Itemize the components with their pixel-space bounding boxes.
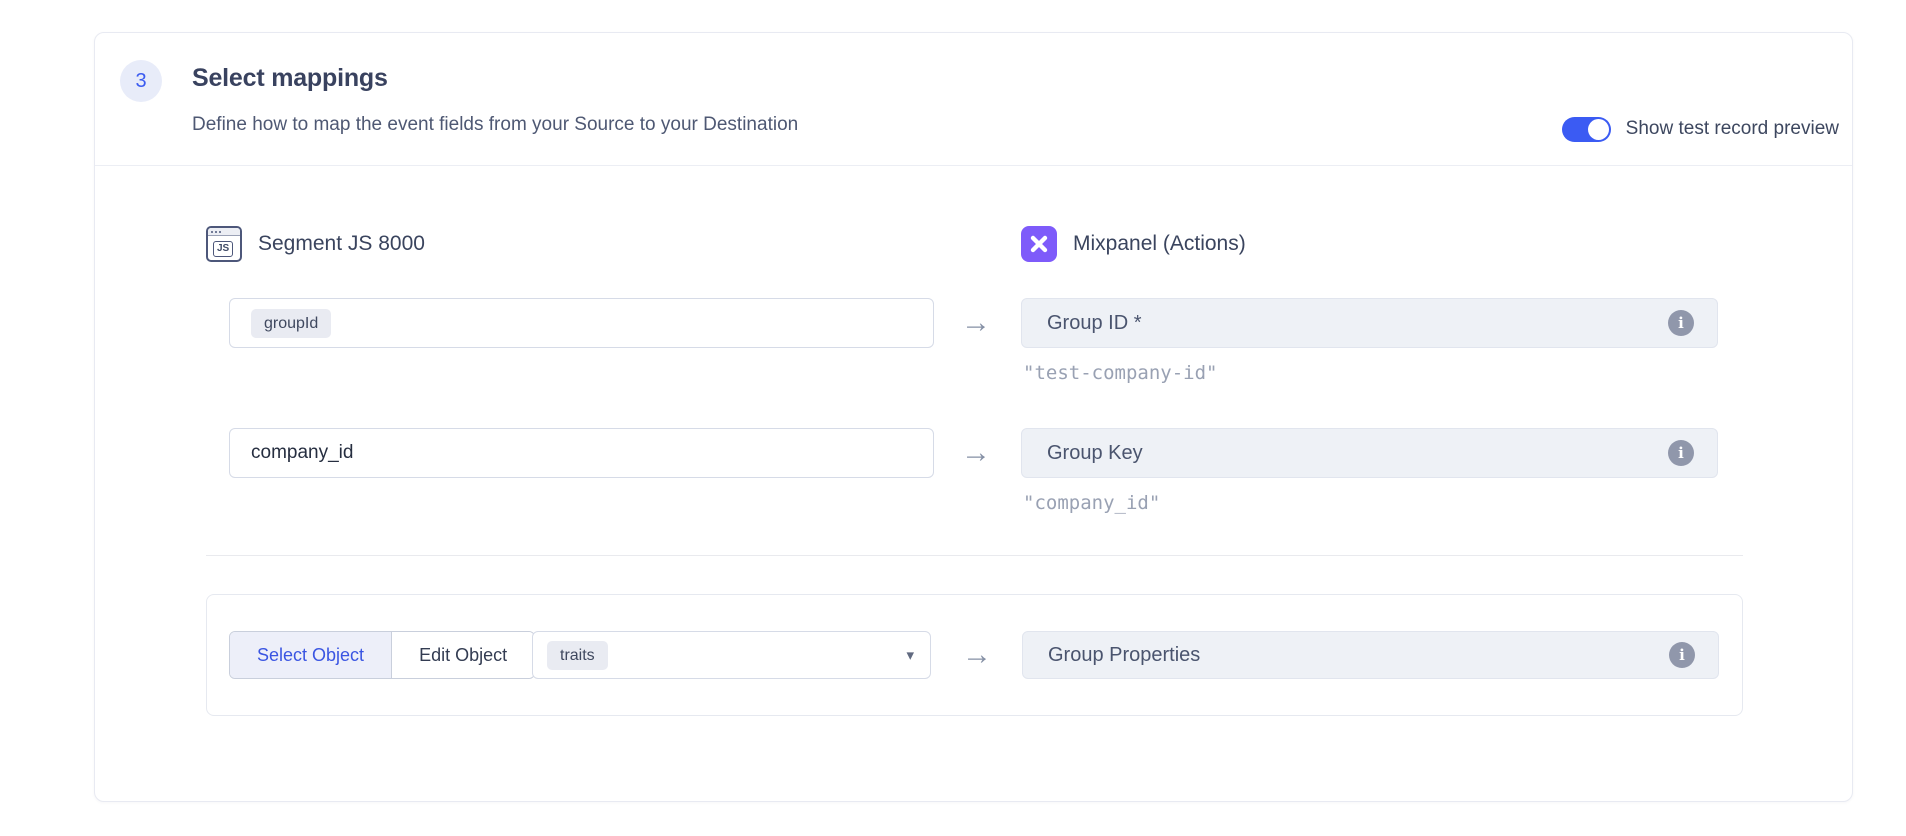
destination-field-label: Group Properties <box>1048 644 1200 667</box>
destination-field[interactable]: Group ID * i <box>1021 298 1718 348</box>
test-preview-value: "test-company-id" <box>1023 362 1217 384</box>
object-source-dropdown[interactable]: traits ▾ <box>532 631 931 679</box>
object-source-chip: traits <box>547 641 608 670</box>
javascript-source-icon: JS <box>206 226 242 262</box>
test-preview-value: "company_id" <box>1023 492 1160 514</box>
section-title: Select mappings <box>192 64 388 93</box>
info-icon[interactable]: i <box>1669 642 1695 668</box>
destination-column-header: Mixpanel (Actions) <box>1021 226 1246 262</box>
source-column-header: JS Segment JS 8000 <box>206 226 425 262</box>
info-icon[interactable]: i <box>1668 310 1694 336</box>
source-field-text: company_id <box>251 442 353 464</box>
page: 3 Select mappings Define how to map the … <box>0 0 1906 836</box>
arrow-right-icon: → <box>953 298 999 348</box>
test-record-preview-toggle[interactable] <box>1562 117 1611 142</box>
arrow-right-icon: → <box>953 428 999 478</box>
object-mapping-box: Select Object Edit Object traits ▾ → Gro… <box>206 594 1743 716</box>
source-name: Segment JS 8000 <box>258 232 425 256</box>
section-divider <box>206 555 1743 556</box>
toggle-row: Show test record preview <box>1562 116 1839 142</box>
source-field-input[interactable]: groupId <box>229 298 934 348</box>
caret-down-icon: ▾ <box>906 646 914 664</box>
destination-field-label: Group ID * <box>1047 312 1141 335</box>
section-subtitle: Define how to map the event fields from … <box>192 114 798 136</box>
source-field-input[interactable]: company_id <box>229 428 934 478</box>
step-number-badge: 3 <box>120 60 162 102</box>
destination-field-label: Group Key <box>1047 442 1143 465</box>
arrow-right-icon: → <box>954 631 1000 679</box>
card-header: 3 Select mappings Define how to map the … <box>95 33 1852 166</box>
select-mappings-card: 3 Select mappings Define how to map the … <box>94 32 1853 802</box>
destination-field[interactable]: Group Properties i <box>1022 631 1719 679</box>
toggle-knob <box>1588 119 1609 140</box>
select-object-button[interactable]: Select Object <box>230 632 392 678</box>
destination-field[interactable]: Group Key i <box>1021 428 1718 478</box>
toggle-label: Show test record preview <box>1626 118 1839 140</box>
object-mode-segmented-control: Select Object Edit Object <box>229 631 535 679</box>
destination-name: Mixpanel (Actions) <box>1073 232 1246 256</box>
source-field-chip[interactable]: groupId <box>251 309 331 338</box>
edit-object-button[interactable]: Edit Object <box>392 632 534 678</box>
mixpanel-icon <box>1021 226 1057 262</box>
info-icon[interactable]: i <box>1668 440 1694 466</box>
